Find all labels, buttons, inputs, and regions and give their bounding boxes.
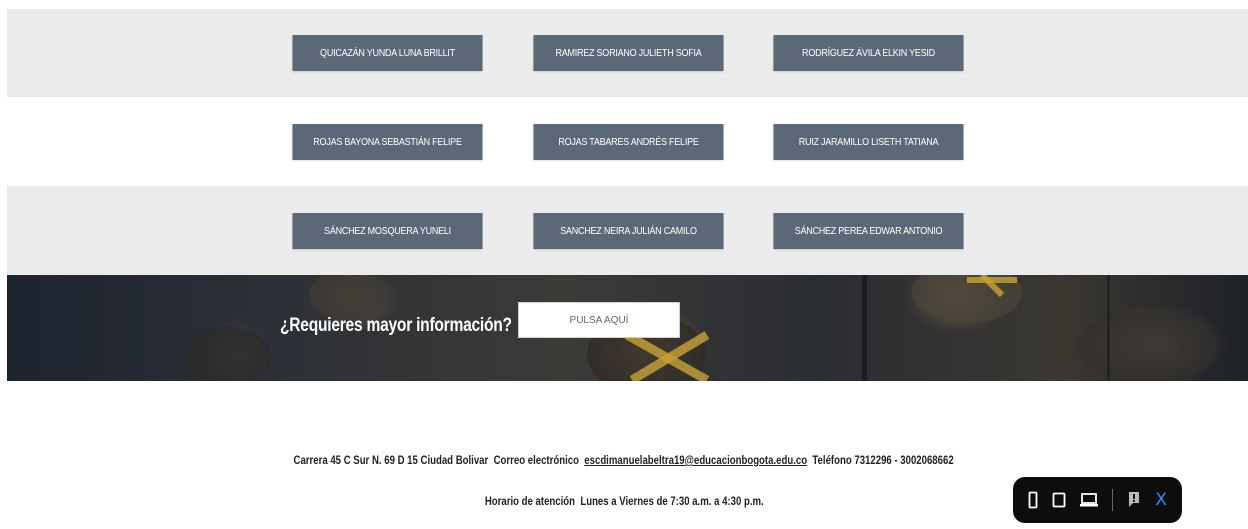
student-button[interactable]: ROJAS BAYONA SEBASTIÁN FELIPE <box>292 124 483 160</box>
email-label: Correo electrónico <box>494 453 580 467</box>
phone-view-icon[interactable] <box>1028 491 1038 509</box>
student-button[interactable]: QUICAZÁN YUNDA LUNA BRILLIT <box>292 35 483 71</box>
comment-icon[interactable] <box>1127 491 1141 509</box>
student-button[interactable]: RAMIREZ SORIANO JULIETH SOFIA <box>533 35 724 71</box>
banner-title: ¿Requieres mayor información? <box>280 315 512 336</box>
student-button[interactable]: RUIZ JARAMILLO LISETH TATIANA <box>773 124 964 160</box>
hours-label: Horario de atención <box>484 494 575 508</box>
toolbar-separator <box>1112 489 1114 511</box>
student-button[interactable]: SÁNCHEZ PEREA EDWAR ANTONIO <box>773 213 964 249</box>
more-info-button[interactable]: PULSA AQUÍ <box>518 302 680 338</box>
info-banner: ¿Requieres mayor información? PULSA AQUÍ <box>7 275 1248 381</box>
hours-text: Lunes a Viernes de 7:30 a.m. a 4:30 p.m. <box>580 494 764 508</box>
student-button[interactable]: ROJAS TABARES ANDRÉS FELIPE <box>533 124 724 160</box>
close-button[interactable]: X <box>1155 490 1167 510</box>
phone-text: 7312296 - 3002068662 <box>854 453 955 467</box>
phone-label: Teléfono <box>812 453 853 467</box>
email-link[interactable]: escdimanuelabeltra19@educacionbogota.edu… <box>585 453 808 467</box>
student-button[interactable]: SANCHEZ NEIRA JULIÁN CAMILO <box>533 213 724 249</box>
tablet-view-icon[interactable] <box>1052 492 1066 508</box>
contact-line: Carrera 45 C Sur N. 69 D 15 Ciudad Boliv… <box>0 453 1248 467</box>
student-button[interactable]: RODRÍGUEZ ÁVILA ELKIN YESID <box>773 35 964 71</box>
address-text: Carrera 45 C Sur N. 69 D 15 Ciudad Boliv… <box>293 453 489 467</box>
desktop-view-icon[interactable] <box>1080 492 1099 508</box>
student-button[interactable]: SÁNCHEZ MOSQUERA YUNELI <box>292 213 483 249</box>
view-toolbar: X <box>1013 477 1182 523</box>
